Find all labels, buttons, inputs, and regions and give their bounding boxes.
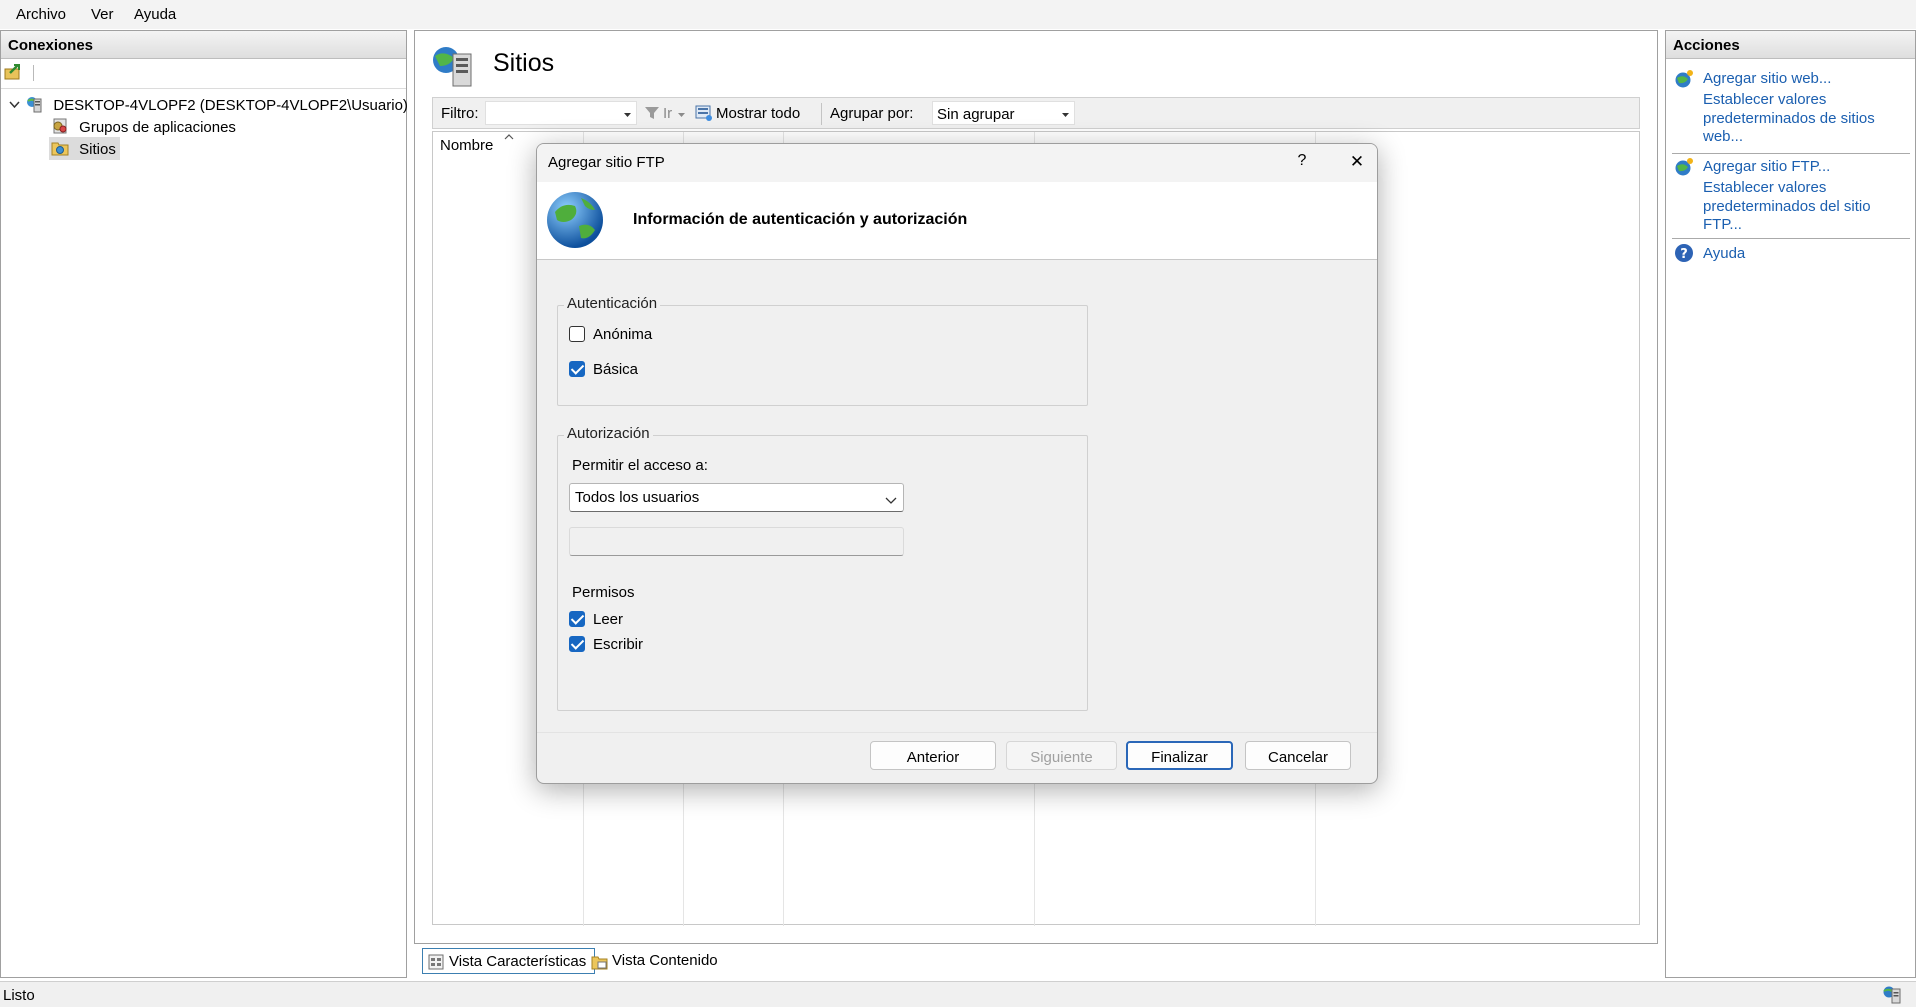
tree-node-app-pools[interactable]: Grupos de aplicaciones	[51, 117, 236, 136]
authorization-label: Autorización	[564, 425, 653, 442]
status-text: Listo	[3, 987, 35, 1004]
filter-input[interactable]	[485, 101, 637, 125]
authentication-label: Autenticación	[564, 295, 661, 312]
allow-access-value: Todos los usuarios	[575, 489, 700, 506]
column-header-name[interactable]: Nombre	[440, 137, 493, 154]
permissions-label: Permisos	[572, 584, 635, 601]
svg-text:?: ?	[1680, 247, 1688, 262]
basic-label: Básica	[593, 361, 639, 378]
dialog-heading: Información de autenticación y autorizac…	[633, 211, 968, 228]
sort-ascending-icon	[504, 128, 514, 145]
connections-pane: Conexiones DESKTOP-4VLOPF2 (DESKTOP-4VLO…	[0, 30, 408, 978]
menu-ayuda[interactable]: Ayuda	[132, 5, 178, 24]
actions-title: Acciones	[1666, 31, 1915, 59]
globe-icon	[545, 190, 605, 250]
website-defaults-link[interactable]: Establecer valores predeterminados de si…	[1703, 91, 1908, 147]
help-icon: ?	[1674, 243, 1694, 263]
basic-checkbox[interactable]	[569, 361, 585, 377]
write-label: Escribir	[593, 636, 644, 653]
connect-icon[interactable]	[4, 64, 22, 81]
anonymous-checkbox[interactable]	[569, 326, 585, 342]
read-label: Leer	[593, 611, 624, 628]
tree-label-server: DESKTOP-4VLOPF2 (DESKTOP-4VLOPF2\Usuario…	[53, 97, 408, 114]
dialog-header: Información de autenticación y autorizac…	[537, 182, 1377, 260]
tree-node-server[interactable]: DESKTOP-4VLOPF2 (DESKTOP-4VLOPF2\Usuario…	[9, 95, 408, 114]
menu-archivo[interactable]: Archivo	[14, 5, 68, 24]
help-link[interactable]: Ayuda	[1703, 245, 1908, 264]
sites-header-icon	[430, 44, 474, 88]
filter-separator	[821, 103, 822, 125]
actions-separator	[1672, 153, 1910, 154]
dialog-titlebar: Agregar sitio FTP ? ✕	[537, 144, 1377, 182]
status-bar: Listo	[0, 981, 1916, 1007]
basic-checkbox-row[interactable]: Básica	[569, 361, 638, 378]
tab-content-view[interactable]: Vista Contenido	[586, 948, 726, 974]
previous-button[interactable]: Anterior	[870, 741, 996, 770]
write-checkbox-row[interactable]: Escribir	[569, 636, 643, 653]
allow-access-label: Permitir el acceso a:	[572, 457, 708, 474]
read-checkbox-row[interactable]: Leer	[569, 611, 623, 628]
show-all-icon[interactable]	[695, 104, 713, 122]
sites-folder-icon	[51, 139, 69, 157]
content-view-icon	[591, 953, 609, 971]
filter-bar: Filtro: Ir Mostrar todo Agrupar por: Sin…	[432, 97, 1640, 129]
users-input[interactable]	[569, 527, 904, 556]
read-checkbox[interactable]	[569, 611, 585, 627]
connections-title: Conexiones	[1, 31, 406, 59]
filter-label: Filtro:	[441, 105, 479, 122]
server-icon	[25, 95, 43, 113]
dialog-title: Agregar sitio FTP	[548, 154, 665, 171]
actions-pane: Acciones Agregar sitio web... Establecer…	[1665, 30, 1916, 978]
dialog-help-button[interactable]: ?	[1288, 152, 1316, 170]
add-ftp-icon	[1674, 157, 1694, 177]
tab-features-label: Vista Características	[449, 953, 587, 970]
view-tabs: Vista Características Vista Contenido	[414, 946, 914, 976]
chevron-down-icon	[885, 492, 897, 509]
add-ftp-site-link[interactable]: Agregar sitio FTP...	[1703, 158, 1908, 177]
group-by-dropdown-icon[interactable]	[1061, 106, 1070, 123]
menu-bar: Archivo Ver Ayuda	[0, 0, 1916, 29]
next-button[interactable]: Siguiente	[1006, 741, 1117, 770]
anonymous-checkbox-row[interactable]: Anónima	[569, 326, 652, 343]
funnel-icon[interactable]	[644, 105, 660, 121]
tab-content-label: Vista Contenido	[612, 952, 718, 969]
go-button[interactable]: Ir	[663, 105, 672, 122]
filter-dropdown-icon[interactable]	[623, 106, 632, 123]
app-pools-icon	[51, 117, 69, 135]
tab-features-view[interactable]: Vista Características	[422, 948, 596, 974]
finish-button[interactable]: Finalizar	[1126, 741, 1233, 770]
group-by-select[interactable]: Sin agrupar	[932, 101, 1075, 125]
anonymous-label: Anónima	[593, 326, 653, 343]
toolbar-separator	[33, 65, 34, 81]
add-website-icon	[1674, 69, 1694, 89]
group-by-label: Agrupar por:	[830, 105, 914, 122]
menu-ver[interactable]: Ver	[89, 5, 116, 24]
tree-label-sites: Sitios	[79, 141, 116, 158]
connections-toolbar	[1, 59, 406, 89]
chevron-down-icon[interactable]	[9, 99, 21, 113]
show-all-button[interactable]: Mostrar todo	[716, 105, 800, 122]
dialog-close-button[interactable]: ✕	[1343, 152, 1371, 172]
write-checkbox[interactable]	[569, 636, 585, 652]
authorization-group: Autorización Permitir el acceso a: Todos…	[557, 425, 1088, 711]
allow-access-select[interactable]: Todos los usuarios	[569, 483, 904, 512]
server-status-icon	[1882, 984, 1902, 1004]
add-ftp-site-dialog: Agregar sitio FTP ? ✕ Información de aut…	[536, 143, 1378, 784]
ftp-defaults-link[interactable]: Establecer valores predeterminados del s…	[1703, 179, 1908, 235]
actions-separator	[1672, 238, 1910, 239]
page-title: Sitios	[493, 49, 555, 77]
tree-label-app-pools: Grupos de aplicaciones	[79, 119, 236, 136]
go-dropdown-icon[interactable]	[677, 106, 686, 123]
tree-node-sites[interactable]: Sitios	[49, 137, 120, 160]
features-view-icon	[428, 954, 444, 970]
add-website-link[interactable]: Agregar sitio web...	[1703, 70, 1908, 89]
authentication-group: Autenticación Anónima Básica	[557, 295, 1088, 406]
group-by-value: Sin agrupar	[937, 106, 1015, 123]
dialog-footer-divider	[537, 732, 1377, 733]
cancel-button[interactable]: Cancelar	[1245, 741, 1351, 770]
